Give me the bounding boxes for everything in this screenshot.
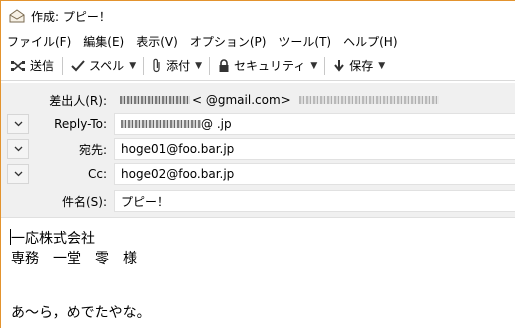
from-row: 差出人(R): < @gmail.com> [1, 88, 515, 112]
replyto-label: Reply-To: [54, 117, 107, 131]
compose-icon [9, 9, 25, 23]
title-bar: 作成: プピー！ [1, 1, 515, 31]
message-headers: 差出人(R): < @gmail.com> Reply-To: @ .jp 宛先… [1, 83, 515, 217]
subject-field[interactable]: プピー！ [114, 190, 515, 212]
save-label: 保存 [349, 59, 374, 73]
subject-label: 件名(S): [61, 194, 107, 209]
subject-row: 件名(S): プピー！ [1, 189, 515, 213]
window-title: 作成: プピー！ [31, 9, 111, 24]
body-line-1: 一応株式会社 [11, 231, 95, 247]
from-selector[interactable]: < @gmail.com> [114, 89, 515, 111]
security-button[interactable]: セキュリティ [215, 54, 308, 78]
text-cursor [10, 229, 11, 245]
send-icon [11, 60, 25, 71]
replyto-value: @ .jp [201, 117, 232, 131]
menu-options[interactable]: オプション(P) [190, 33, 267, 50]
replyto-type-dropdown[interactable] [7, 114, 29, 134]
toolbar-separator [143, 56, 145, 75]
download-arrow-icon [334, 59, 345, 72]
attach-dropdown-icon[interactable]: ▼ [193, 61, 204, 71]
send-button[interactable]: 送信 [7, 54, 57, 78]
compose-window: 作成: プピー！ ファイル(F) 編集(E) 表示(V) オプション(P) ツー… [0, 0, 515, 328]
menu-tools[interactable]: ツール(T) [278, 33, 331, 50]
replyto-row: Reply-To: @ .jp [1, 112, 515, 136]
save-dropdown-icon[interactable]: ▼ [376, 61, 387, 71]
spell-button[interactable]: スペル [68, 54, 127, 78]
checkmark-icon [71, 59, 85, 71]
to-row: 宛先: hoge01@foo.bar.jp [1, 137, 515, 161]
attach-button[interactable]: 添付 [149, 54, 193, 78]
lock-icon [219, 58, 229, 72]
cc-field[interactable]: hoge02@foo.bar.jp [114, 163, 515, 185]
from-label: 差出人(R): [49, 93, 107, 108]
to-field[interactable]: hoge01@foo.bar.jp [114, 138, 515, 160]
menu-file[interactable]: ファイル(F) [7, 33, 71, 50]
chevron-down-icon [14, 171, 22, 177]
menu-bar: ファイル(F) 編集(E) 表示(V) オプション(P) ツール(T) ヘルプ(… [1, 31, 515, 51]
spell-dropdown-icon[interactable]: ▼ [127, 61, 138, 71]
message-body-editor[interactable]: 一応株式会社 専務 一堂 零 様 あ〜ら，めでたやな。 [1, 217, 515, 328]
to-label: 宛先: [78, 142, 107, 157]
send-label: 送信 [30, 59, 55, 73]
menu-help[interactable]: ヘルプ(H) [343, 33, 397, 50]
toolbar-separator [324, 56, 326, 75]
redacted-identity [298, 96, 439, 104]
cc-type-dropdown[interactable] [7, 164, 29, 184]
toolbar-separator [62, 56, 64, 75]
security-dropdown-icon[interactable]: ▼ [308, 61, 319, 71]
chevron-down-icon [14, 121, 22, 127]
redacted-name [120, 96, 190, 104]
chevron-down-icon [14, 146, 22, 152]
save-button[interactable]: 保存 [330, 54, 376, 78]
toolbar: 送信 スペル ▼ 添付 ▼ セキュリティ ▼ 保存 ▼ [1, 51, 515, 81]
cc-label: Cc: [87, 167, 107, 181]
redacted-user [121, 120, 201, 128]
menu-edit[interactable]: 編集(E) [83, 33, 124, 50]
toolbar-separator [209, 56, 211, 75]
cc-row: Cc: hoge02@foo.bar.jp [1, 162, 515, 186]
to-type-dropdown[interactable] [7, 139, 29, 159]
menu-view[interactable]: 表示(V) [136, 33, 178, 50]
body-line-2: 専務 一堂 零 様 [11, 251, 137, 267]
paperclip-icon [153, 58, 160, 73]
spell-label: スペル [89, 59, 125, 73]
from-value: < @gmail.com> [192, 93, 291, 107]
security-label: セキュリティ [234, 59, 306, 73]
body-line-3: あ〜ら，めでたやな。 [11, 305, 151, 321]
attach-label: 添付 [166, 59, 191, 73]
replyto-field[interactable]: @ .jp [114, 113, 515, 135]
